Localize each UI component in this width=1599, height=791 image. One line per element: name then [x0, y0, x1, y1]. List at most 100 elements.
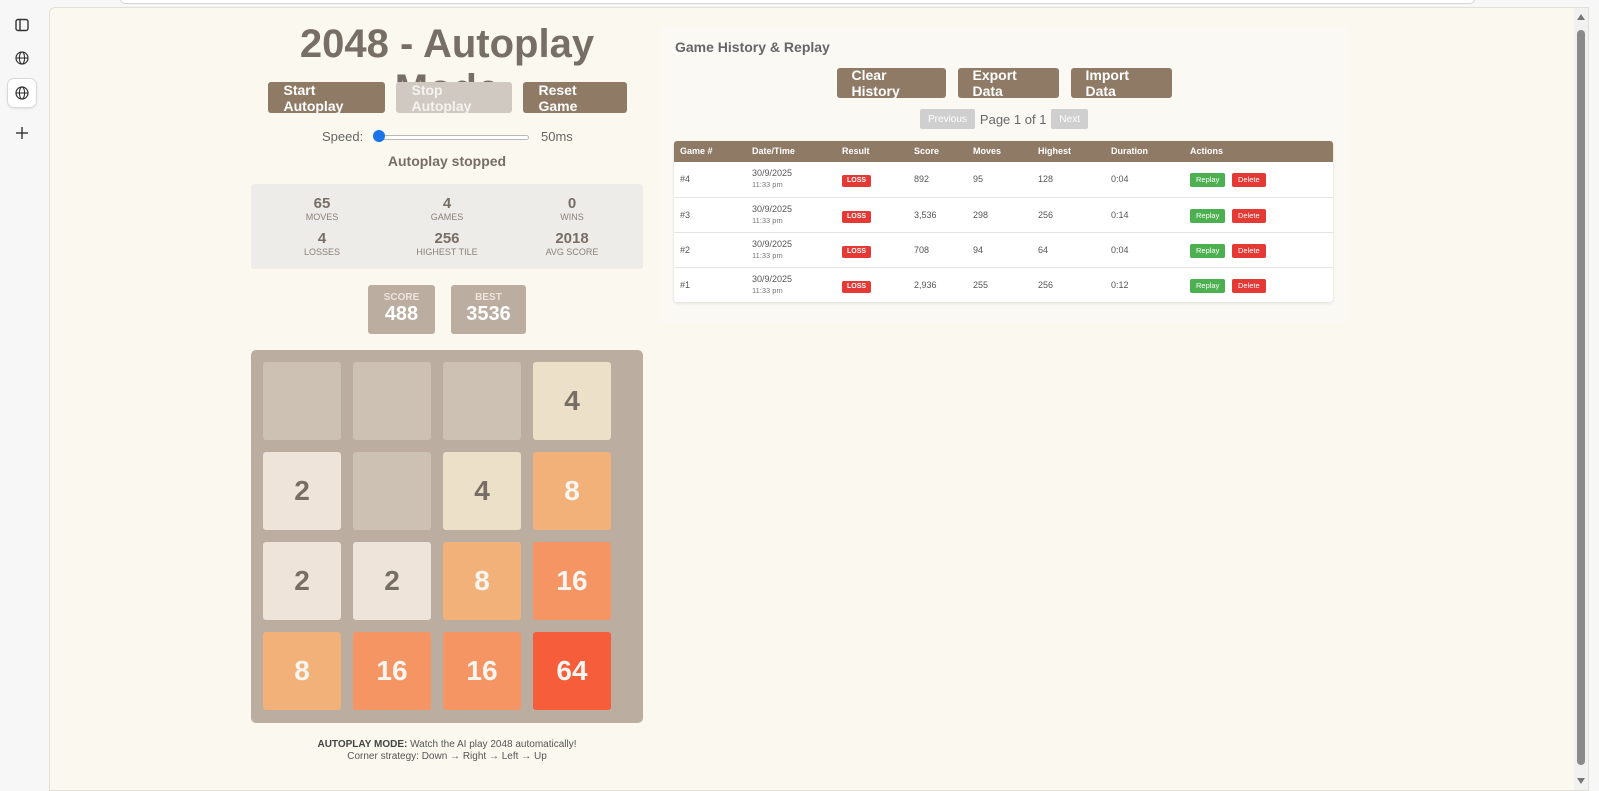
replay-button[interactable]: Replay	[1190, 173, 1226, 187]
stat-value: 4	[317, 230, 327, 247]
export-data-button[interactable]: Export Data	[957, 67, 1059, 99]
scroll-down-arrow[interactable]	[1577, 778, 1585, 784]
history-title: Game History & Replay	[675, 39, 830, 55]
table-header: Game # Date/Time Result Score Moves Highest Du…	[674, 141, 1333, 162]
column-header[interactable]: Actions	[1190, 146, 1223, 156]
tile-16: 16	[443, 632, 521, 710]
time: 11:33 pm	[752, 180, 783, 189]
column-header[interactable]: Date/Time	[752, 146, 795, 156]
next-page-button[interactable]: Next	[1051, 109, 1088, 129]
tile-4: 4	[533, 362, 611, 440]
game-number: #1	[680, 280, 691, 290]
speed-control: Speed: 50ms	[250, 126, 644, 146]
column-header[interactable]: Duration	[1111, 146, 1148, 156]
column-header[interactable]: Score	[914, 146, 939, 156]
replay-button[interactable]: Replay	[1190, 244, 1226, 258]
score-label: SCORE	[383, 292, 420, 303]
stat-wins: 0 WINS	[512, 195, 632, 222]
moves-cell: 95	[973, 174, 984, 184]
highest-cell: 256	[1038, 280, 1054, 290]
delete-button[interactable]: Delete	[1232, 173, 1266, 187]
stat-losses: 4 LOSSES	[262, 230, 382, 257]
autoplay-status: Autoplay stopped	[387, 153, 507, 169]
time: 11:33 pm	[752, 286, 783, 295]
plus-icon[interactable]	[8, 119, 36, 147]
reset-game-button[interactable]: Reset Game	[522, 82, 627, 114]
delete-button[interactable]: Delete	[1232, 279, 1266, 293]
autoplay-controls: Start Autoplay Stop Autoplay Reset Game	[250, 82, 644, 114]
tile-8: 8	[533, 452, 611, 530]
date: 30/9/2025	[752, 239, 793, 249]
stop-autoplay-button[interactable]: Stop Autoplay	[395, 82, 512, 114]
replay-button[interactable]: Replay	[1190, 209, 1226, 223]
column-header[interactable]: Moves	[973, 146, 1001, 156]
browser-side-rail	[0, 0, 44, 791]
duration-cell: 0:14	[1111, 210, 1129, 220]
table-row: #3 30/9/2025 11:33 pm LOSS 3,536 298 256 0:14 Re…	[674, 197, 1333, 232]
score-cell: 708	[914, 245, 930, 255]
table-row: #2 30/9/2025 11:33 pm LOSS 708 94 64 0:04 Replay…	[674, 232, 1333, 267]
result-badge: LOSS	[842, 281, 872, 293]
stat-value: 65	[313, 195, 331, 212]
highest-cell: 128	[1038, 174, 1054, 184]
globe-icon[interactable]	[8, 44, 36, 72]
stat-label: HIGHEST TILE	[416, 247, 478, 257]
tile-2: 2	[353, 542, 431, 620]
empty-cell	[353, 452, 431, 530]
best-label: BEST	[475, 292, 502, 303]
tile-16: 16	[533, 542, 611, 620]
clear-history-button[interactable]: Clear History	[836, 67, 946, 99]
speed-label: Speed:	[322, 129, 364, 144]
import-data-button[interactable]: Import Data	[1070, 67, 1172, 99]
empty-cell	[263, 362, 341, 440]
delete-button[interactable]: Delete	[1232, 209, 1266, 223]
date: 30/9/2025	[752, 204, 793, 214]
stat-label: LOSSES	[303, 247, 341, 257]
replay-button[interactable]: Replay	[1190, 279, 1226, 293]
history-panel: Game History & Replay Clear History Expo…	[660, 26, 1348, 322]
history-table: Game # Date/Time Result Score Moves Highest Du…	[674, 141, 1333, 302]
tile-8: 8	[263, 632, 341, 710]
stats-panel: 65 MOVES 4 GAMES 0 WINS 4 LOSSES 256 HIG…	[251, 184, 643, 269]
start-autoplay-button[interactable]: Start Autoplay	[267, 82, 385, 114]
vertical-scrollbar[interactable]	[1574, 8, 1588, 790]
column-header[interactable]: Result	[842, 146, 870, 156]
date-time: 30/9/2025 11:33 pm	[752, 204, 792, 226]
address-bar[interactable]	[120, 0, 1475, 4]
column-header[interactable]: Game #	[680, 146, 713, 156]
score-box: SCORE 488	[368, 285, 435, 334]
autoplay-footer: AUTOPLAY MODE: Watch the AI play 2048 au…	[250, 739, 644, 763]
best-value: 3536	[466, 303, 511, 325]
speed-value: 50ms	[541, 129, 573, 144]
game-number: #2	[680, 245, 691, 255]
moves-cell: 94	[973, 245, 984, 255]
scroll-up-arrow[interactable]	[1577, 14, 1585, 20]
time: 11:33 pm	[752, 251, 783, 260]
delete-button[interactable]: Delete	[1232, 244, 1266, 258]
score-cell: 892	[914, 174, 930, 184]
stat-value: 2018	[555, 230, 589, 247]
pagination: Previous Page 1 of 1 Next	[660, 109, 1348, 129]
history-actions: Clear History Export Data Import Data	[660, 67, 1348, 99]
column-header[interactable]: Highest	[1038, 146, 1071, 156]
game-number: #4	[680, 174, 691, 184]
time: 11:33 pm	[752, 216, 783, 225]
date: 30/9/2025	[752, 274, 793, 284]
page-viewport: 2048 - Autoplay Mode Start Autoplay Stop…	[49, 7, 1589, 791]
table-row: #1 30/9/2025 11:33 pm LOSS 2,936 255 256 0:12 Re…	[674, 267, 1333, 302]
stat-moves: 65 MOVES	[262, 195, 382, 222]
speed-slider[interactable]	[377, 135, 529, 140]
tile-64: 64	[533, 632, 611, 710]
scroll-thumb[interactable]	[1577, 30, 1585, 765]
game-board[interactable]: 4 2 4 8 2 2 8 16 8 16 16 64	[251, 350, 643, 723]
duration-cell: 0:04	[1111, 245, 1129, 255]
previous-page-button[interactable]: Previous	[920, 109, 975, 129]
highest-cell: 256	[1038, 210, 1054, 220]
globe-icon[interactable]	[8, 79, 36, 107]
best-box: BEST 3536	[451, 285, 526, 334]
game-number: #3	[680, 210, 691, 220]
stat-value: 256	[434, 230, 460, 247]
empty-cell	[443, 362, 521, 440]
speed-slider-thumb[interactable]	[373, 130, 385, 142]
sidebar-toggle-icon[interactable]	[8, 11, 36, 39]
